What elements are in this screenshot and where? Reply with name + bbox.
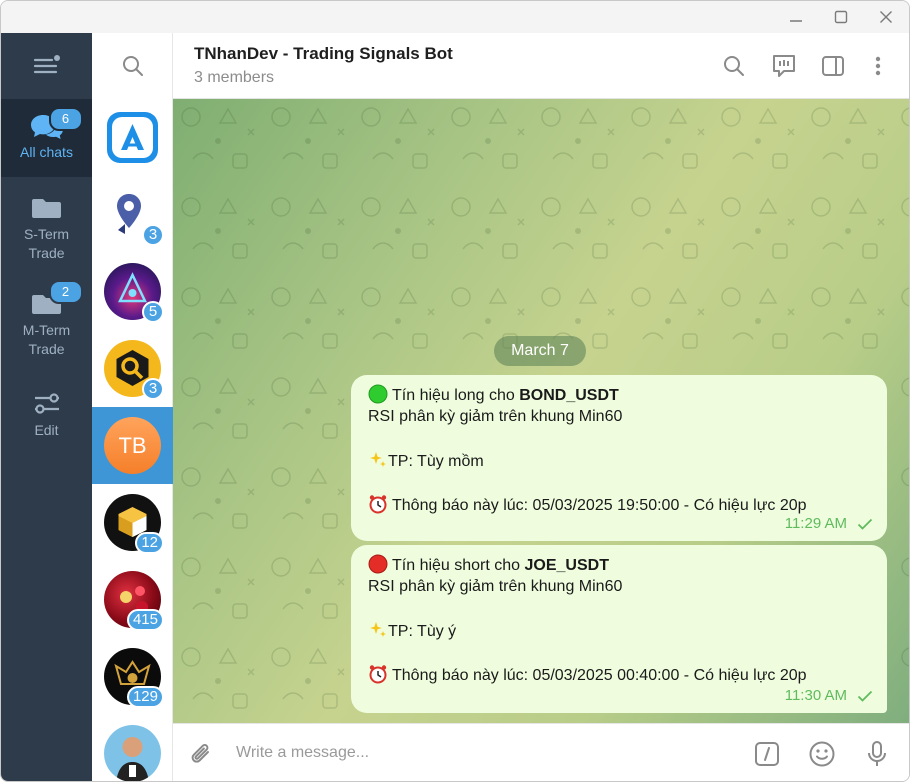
close-icon — [880, 11, 892, 23]
unread-badge: 12 — [135, 532, 164, 554]
message-line-3: TP: Tùy mồm — [368, 450, 871, 472]
messages-area[interactable]: March 7 Tín hiệu long cho BOND_USDT RSI … — [173, 99, 909, 723]
read-check-icon — [857, 690, 873, 702]
message-meta: 11:30 AM — [785, 685, 873, 707]
search-icon — [122, 56, 143, 76]
sparkles-icon — [370, 452, 386, 467]
message-line-3: TP: Tùy ý — [368, 620, 871, 642]
message-line-2: RSI phân kỳ giảm trên khung Min60 — [368, 408, 623, 425]
message-input[interactable]: Write a message... — [236, 744, 716, 766]
message-line-4: Thông báo này lúc: 05/03/2025 00:40:00 -… — [368, 664, 871, 686]
bot-commands-button[interactable] — [751, 738, 783, 770]
chat-list-item[interactable]: 3 — [92, 176, 173, 253]
search-button[interactable] — [92, 33, 173, 99]
initials-avatar: TB — [104, 417, 161, 474]
close-button[interactable] — [863, 1, 909, 33]
chat-list-item[interactable]: 415 — [92, 561, 173, 638]
main-menu-button[interactable] — [1, 33, 92, 99]
message-line-2: RSI phân kỳ giảm trên khung Min60 — [368, 578, 623, 595]
chat-list-item[interactable]: 12 — [92, 484, 173, 561]
symbol-name: BOND_USDT — [519, 387, 619, 404]
folder-label: All chats — [20, 144, 73, 160]
folder-badge: 6 — [48, 107, 83, 131]
search-chat-button[interactable] — [719, 51, 749, 81]
slash-commands-icon — [755, 742, 779, 766]
unread-badge: 129 — [126, 686, 164, 708]
telegram-window: 6 All chats S-Term Trade 2 M-Term Trade — [0, 0, 910, 782]
maximize-icon — [834, 10, 848, 24]
folder-icon: 2 — [27, 280, 83, 321]
chat-list-item[interactable]: 129 — [92, 638, 173, 715]
maximize-button[interactable] — [818, 1, 864, 33]
alarm-clock-icon — [369, 495, 387, 514]
chat-list-item[interactable] — [92, 99, 173, 176]
hamburger-menu-icon — [33, 55, 60, 74]
sparkles-icon — [370, 622, 386, 637]
folder-s-term-trade[interactable]: S-Term Trade — [1, 187, 92, 265]
chat-list-item[interactable]: 5 — [92, 253, 173, 330]
members-count: 3 members — [194, 69, 275, 86]
more-options-button[interactable] — [863, 51, 893, 81]
folder-all-chats[interactable]: 6 All chats — [1, 99, 92, 177]
folder-icon — [27, 191, 67, 225]
date-separator: March 7 — [494, 336, 586, 366]
chats-icon: 6 — [27, 107, 83, 143]
read-check-icon — [857, 518, 873, 530]
unread-badge: 3 — [142, 224, 164, 246]
chat-title[interactable]: TNhanDev - Trading Signals Bot — [194, 44, 453, 64]
folder-label: S-Term Trade — [23, 226, 70, 261]
chat-list-item[interactable] — [92, 715, 173, 781]
person-avatar — [104, 725, 161, 781]
video-chat-button[interactable] — [769, 51, 799, 81]
attach-button[interactable] — [186, 738, 218, 770]
minimize-icon — [790, 20, 802, 22]
symbol-name: JOE_USDT — [524, 557, 609, 574]
folder-badge: 2 — [48, 280, 83, 304]
folder-label: M-Term Trade — [22, 322, 71, 357]
message-line-1: Tín hiệu short cho JOE_USDT — [368, 554, 871, 576]
message-meta: 11:29 AM — [785, 513, 873, 535]
unread-badge: 415 — [126, 609, 164, 631]
sliders-icon — [27, 387, 67, 421]
chat-panel: TNhanDev - Trading Signals Bot 3 members — [173, 33, 909, 781]
smiley-icon — [809, 741, 835, 767]
sidebar-toggle-button[interactable] — [818, 51, 848, 81]
folder-label: Edit — [34, 422, 59, 438]
unread-badge: 3 — [142, 378, 164, 400]
green-circle-icon — [368, 384, 388, 404]
live-stream-icon — [773, 55, 795, 77]
unread-badge: 5 — [142, 301, 164, 323]
chat-list-item[interactable]: 3 — [92, 330, 173, 407]
message-time: 11:30 AM — [784, 687, 847, 704]
more-vertical-icon — [875, 56, 881, 76]
folder-m-term-trade[interactable]: 2 M-Term Trade — [1, 280, 92, 361]
sidebar-panel-icon — [822, 56, 844, 76]
message-composer: Write a message... — [173, 723, 909, 781]
message-time: 11:29 AM — [784, 515, 847, 532]
alarm-clock-icon — [369, 665, 387, 684]
chat-list: 3 5 3 TB 12 415 129 — [92, 33, 173, 781]
microphone-icon — [868, 741, 886, 766]
chat-header: TNhanDev - Trading Signals Bot 3 members — [173, 33, 909, 99]
message-line-1: Tín hiệu long cho BOND_USDT — [368, 384, 871, 406]
message-bubble[interactable]: Tín hiệu short cho JOE_USDT RSI phân kỳ … — [351, 545, 887, 713]
window-titlebar — [1, 1, 909, 33]
red-circle-icon — [368, 554, 388, 574]
app-logo-avatar — [104, 109, 161, 166]
message-bubble[interactable]: Tín hiệu long cho BOND_USDT RSI phân kỳ … — [351, 375, 887, 541]
search-icon — [724, 56, 744, 76]
paperclip-icon — [191, 744, 209, 763]
minimize-button[interactable] — [773, 1, 819, 33]
folder-rail: 6 All chats S-Term Trade 2 M-Term Trade — [1, 33, 92, 781]
emoji-button[interactable] — [806, 738, 838, 770]
chat-list-item-selected[interactable]: TB — [92, 407, 173, 484]
voice-message-button[interactable] — [861, 738, 893, 770]
folder-edit[interactable]: Edit — [1, 383, 92, 461]
